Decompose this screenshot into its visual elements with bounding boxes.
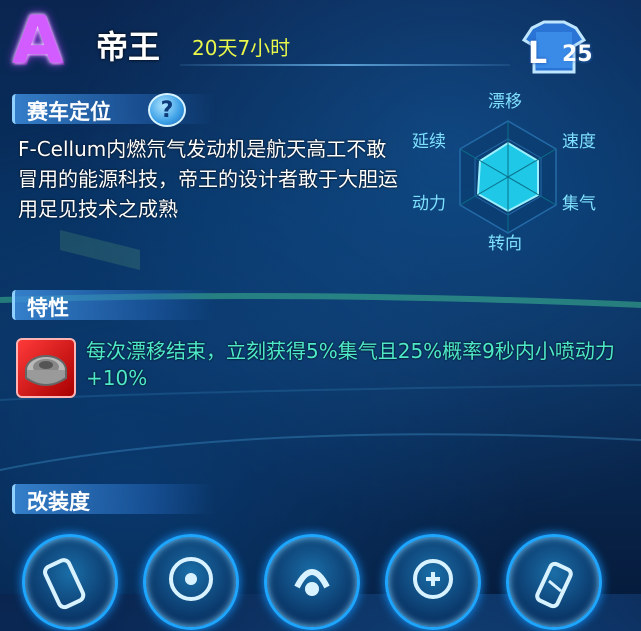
engine-part-icon[interactable] xyxy=(22,534,118,630)
modification-section-header: 改装度 xyxy=(12,484,215,514)
car-name: 帝王 xyxy=(96,28,161,66)
trait-engine-icon[interactable] xyxy=(16,338,76,398)
turbo-icon[interactable] xyxy=(385,534,481,630)
wheel-icon[interactable] xyxy=(143,534,239,630)
level-number: 25 xyxy=(562,42,593,67)
radar-label-duration: 延续 xyxy=(412,132,446,152)
traits-section-header: 特性 xyxy=(12,290,215,320)
radar-label-steering: 转向 xyxy=(488,234,522,254)
header-divider xyxy=(180,64,510,66)
radar-label-power: 动力 xyxy=(412,194,446,214)
radar-label-speed: 速度 xyxy=(562,132,596,152)
trait-description: 每次漂移结束，立刻获得5%集气且25%概率9秒内小喷动力+10% xyxy=(86,339,615,390)
grade-badge: A xyxy=(12,2,64,79)
modification-slots xyxy=(0,520,641,630)
radar-label-drift: 漂移 xyxy=(488,92,522,112)
rental-duration: 20天7小时 xyxy=(192,36,291,60)
modification-title: 改装度 xyxy=(27,490,90,514)
level-prefix: L xyxy=(528,36,548,71)
positioning-title: 赛车定位 xyxy=(27,100,111,124)
car-description: F-Cellum内燃氘气发动机是航天高工不敢冒用的能源科技，帝王的设计者敢于大胆… xyxy=(18,137,398,221)
help-button[interactable]: ? xyxy=(148,93,186,127)
attribute-radar: 漂移 速度 集气 转向 动力 延续 xyxy=(404,85,624,255)
car-header: A 帝王 20天7小时 L 25 xyxy=(0,0,641,78)
traits-title: 特性 xyxy=(27,296,69,320)
steering-icon[interactable] xyxy=(264,534,360,630)
radar-label-nitro: 集气 xyxy=(562,194,596,214)
nitro-bottle-icon[interactable] xyxy=(506,534,602,630)
